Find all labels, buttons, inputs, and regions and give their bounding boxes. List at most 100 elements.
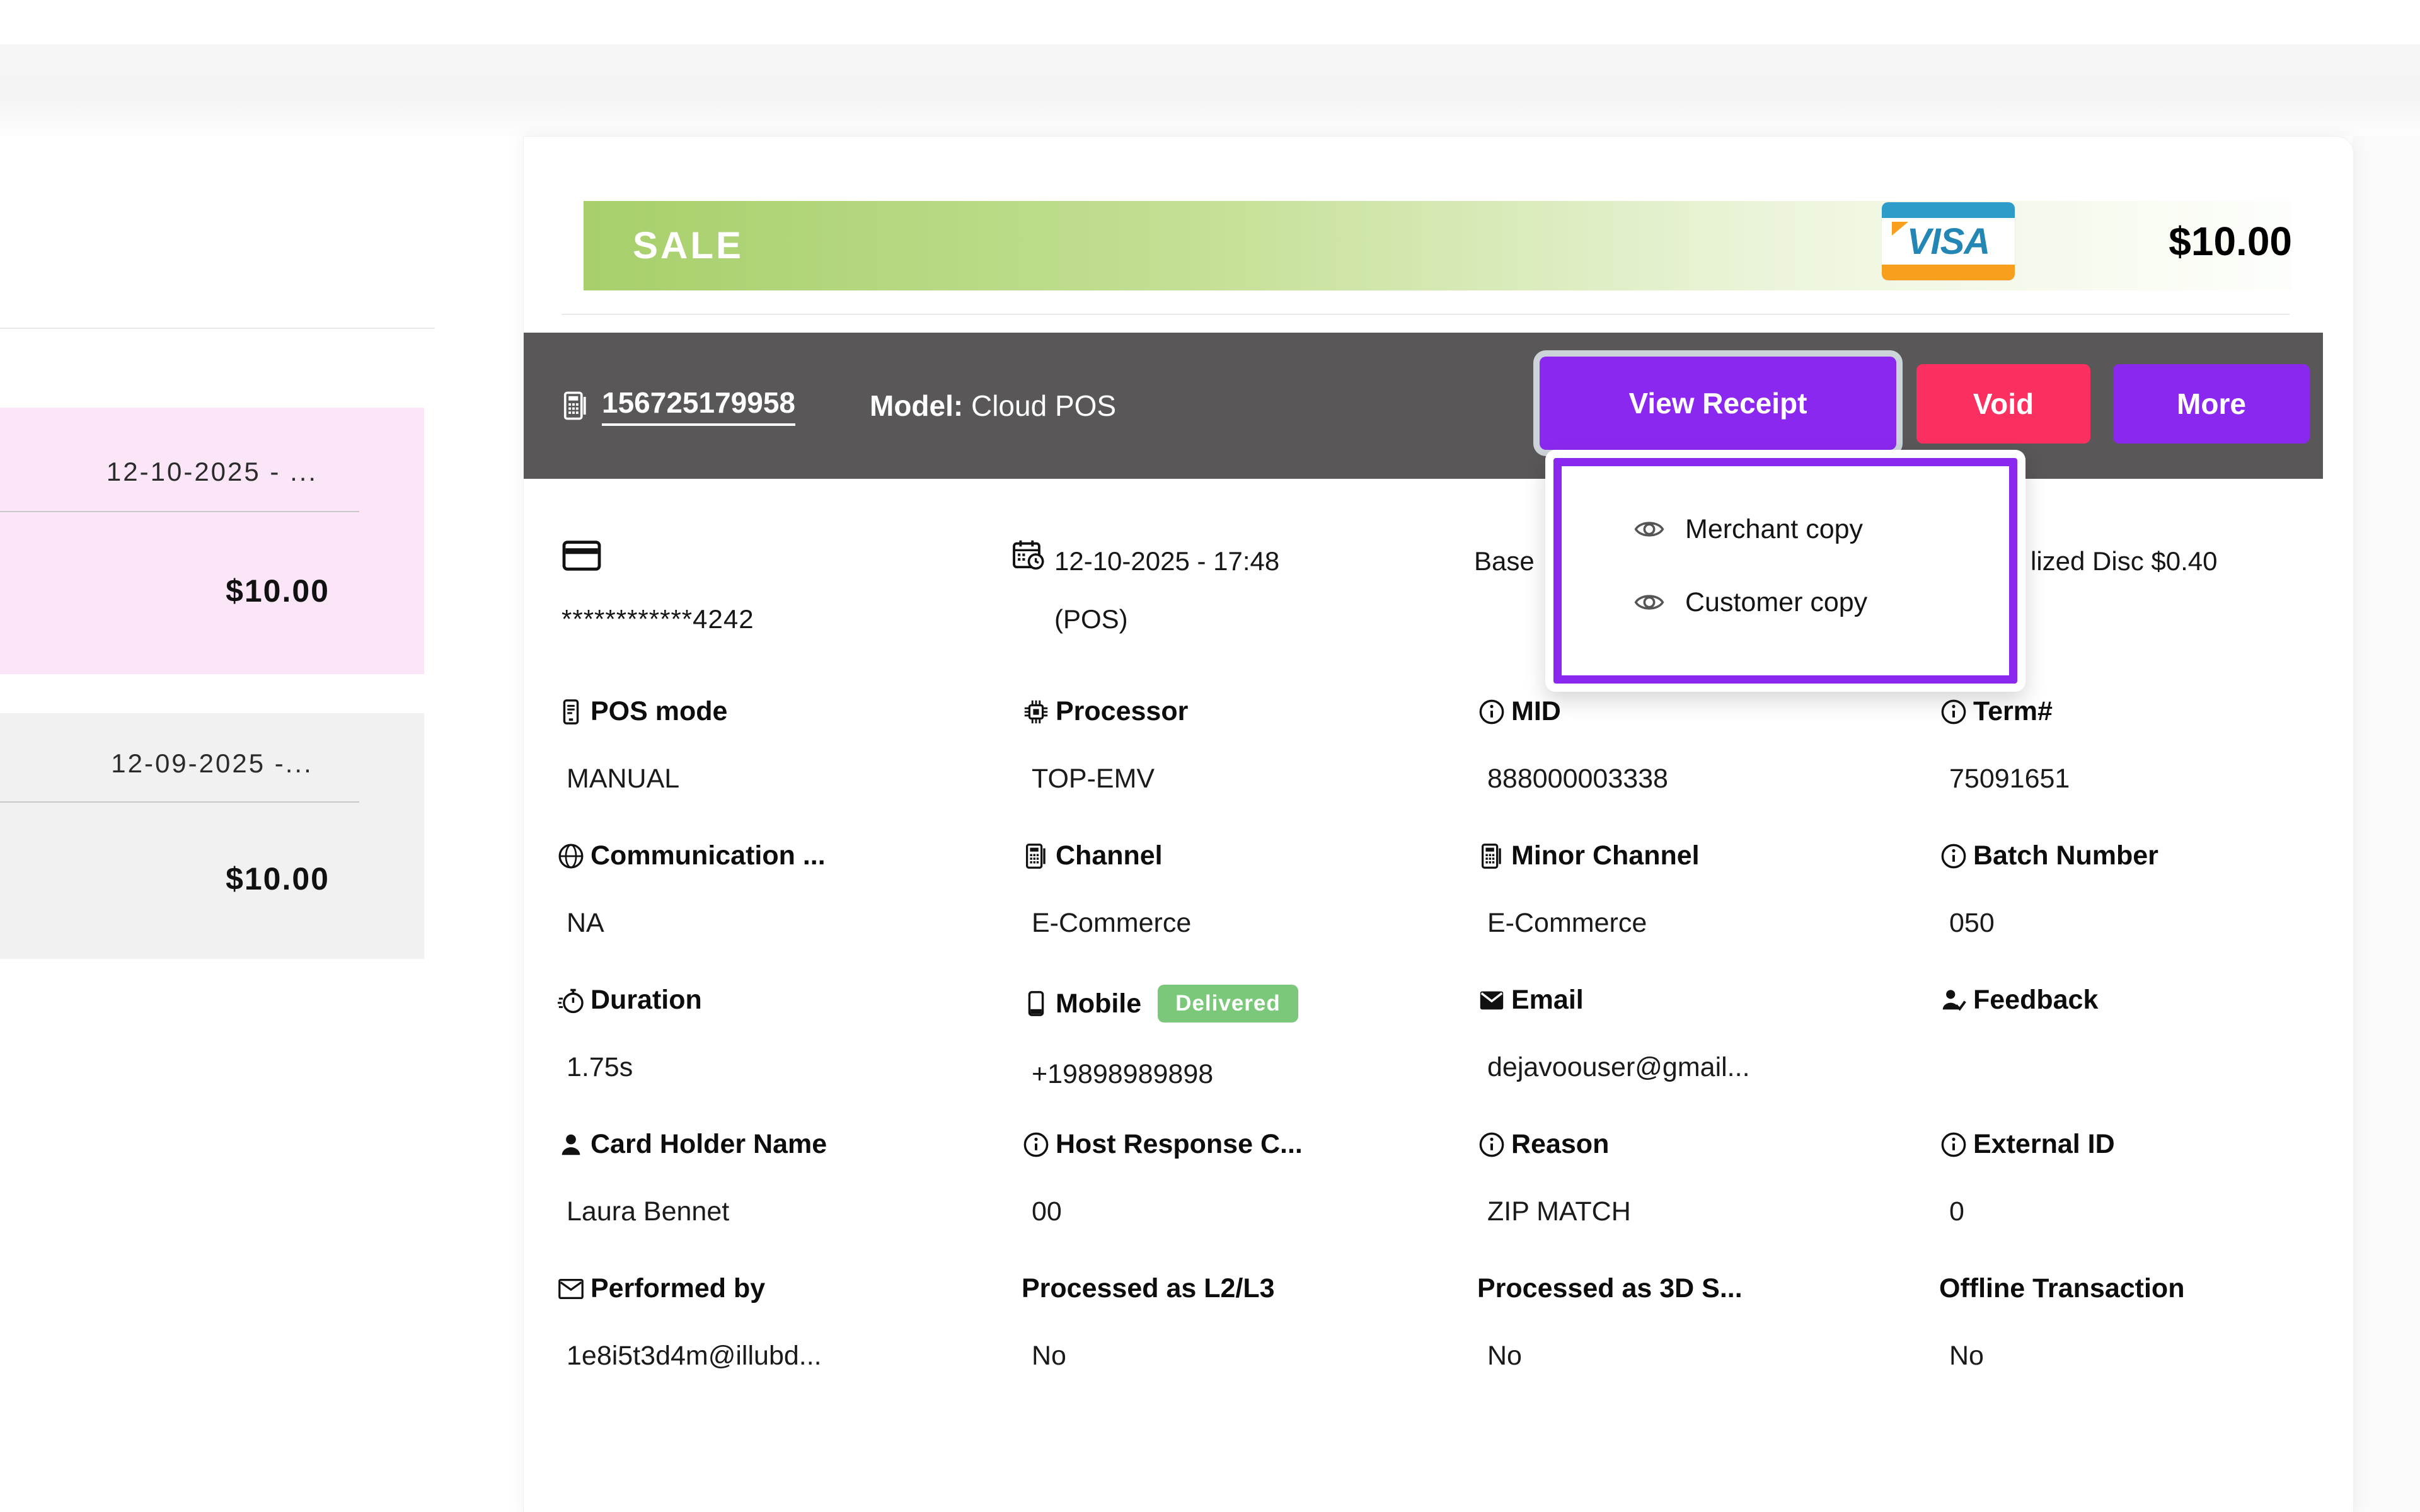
pos-terminal-icon bbox=[1477, 842, 1506, 871]
field-cell: External ID 0 bbox=[1939, 1129, 2321, 1273]
field-value: No bbox=[1022, 1341, 1477, 1372]
view-receipt-dropdown-panel: Merchant copy Customer copy bbox=[1553, 458, 2017, 684]
visa-bottom-stripe bbox=[1882, 265, 2015, 280]
stopwatch-icon bbox=[556, 986, 585, 1015]
field-label: Feedback bbox=[1973, 985, 2098, 1016]
field-label: Minor Channel bbox=[1511, 840, 1700, 871]
field-value: No bbox=[1477, 1341, 1939, 1372]
menu-item-merchant-copy[interactable]: Merchant copy bbox=[1562, 493, 2009, 566]
globe-icon bbox=[556, 842, 585, 871]
field-value: Laura Bennet bbox=[556, 1196, 1022, 1227]
field-label: Batch Number bbox=[1973, 840, 2158, 871]
chip-icon bbox=[1022, 697, 1051, 726]
transaction-list-divider bbox=[0, 328, 435, 329]
mail-outline-icon bbox=[556, 1274, 585, 1303]
visa-logo: VISA bbox=[1882, 202, 2015, 280]
view-receipt-dropdown: Merchant copy Customer copy bbox=[1545, 450, 2025, 692]
field-value: 1e8i5t3d4m@illubd... bbox=[556, 1341, 1022, 1372]
transaction-date: 12-10-2025 - ... bbox=[0, 408, 424, 487]
field-cell: Minor Channel E-Commerce bbox=[1477, 840, 1939, 985]
field-label-row: Duration bbox=[556, 985, 1022, 1016]
mail-filled-icon bbox=[1477, 986, 1506, 1015]
info-icon bbox=[1477, 1130, 1506, 1159]
field-label: Offline Transaction bbox=[1939, 1273, 2184, 1304]
field-label-row: External ID bbox=[1939, 1129, 2321, 1160]
field-cell: Card Holder Name Laura Bennet bbox=[556, 1129, 1022, 1273]
pos-terminal-icon bbox=[1022, 842, 1051, 871]
field-cell: Host Response C... 00 bbox=[1022, 1129, 1477, 1273]
field-cell: POS mode MANUAL bbox=[556, 696, 1022, 840]
transaction-datetime: 12-10-2025 - 17:48 bbox=[1054, 546, 1279, 576]
field-value: NA bbox=[556, 908, 1022, 939]
field-label: Card Holder Name bbox=[591, 1129, 827, 1160]
field-value: E-Commerce bbox=[1022, 908, 1477, 939]
field-label: Performed by bbox=[591, 1273, 765, 1304]
smartphone-icon bbox=[1022, 989, 1051, 1018]
person-icon bbox=[556, 1130, 585, 1159]
field-label-row: Email bbox=[1477, 985, 1939, 1016]
calendar-clock-icon bbox=[1010, 537, 1047, 574]
field-value: E-Commerce bbox=[1477, 908, 1939, 939]
more-button[interactable]: More bbox=[2113, 364, 2310, 444]
field-label-row: Offline Transaction bbox=[1939, 1273, 2321, 1304]
field-label-row: Minor Channel bbox=[1477, 840, 1939, 871]
field-label: Host Response C... bbox=[1056, 1129, 1303, 1160]
field-value: 0 bbox=[1939, 1196, 2321, 1227]
transaction-amount: $10.00 bbox=[0, 861, 424, 897]
field-cell: Mobile Delivered +19898989898 bbox=[1022, 985, 1477, 1129]
field-label-row: Term# bbox=[1939, 696, 2321, 727]
field-label: POS mode bbox=[591, 696, 727, 727]
void-button[interactable]: Void bbox=[1916, 364, 2090, 444]
receipt-number-link[interactable]: 156725179958 bbox=[602, 386, 795, 426]
field-label: Communication ... bbox=[591, 840, 826, 871]
field-cell: Batch Number 050 bbox=[1939, 840, 2321, 985]
field-value: TOP-EMV bbox=[1022, 764, 1477, 794]
menu-item-label: Customer copy bbox=[1685, 587, 1867, 618]
field-cell: Communication ... NA bbox=[556, 840, 1022, 985]
delivered-badge: Delivered bbox=[1158, 985, 1298, 1022]
field-label: Channel bbox=[1056, 840, 1163, 871]
info-icon bbox=[1477, 697, 1506, 726]
page-background-strip bbox=[2353, 136, 2420, 1512]
list-item-divider bbox=[0, 511, 359, 512]
field-label-row: Processed as 3D S... bbox=[1477, 1273, 1939, 1304]
transaction-list-item[interactable]: 12-09-2025 -... $10.00 bbox=[0, 713, 424, 959]
transaction-type-banner: SALE bbox=[584, 201, 2292, 290]
field-label-row: Processed as L2/L3 bbox=[1022, 1273, 1477, 1304]
field-label-row: Performed by bbox=[556, 1273, 1022, 1304]
model-value: Cloud POS bbox=[971, 389, 1116, 422]
field-label-row: Card Holder Name bbox=[556, 1129, 1022, 1160]
transaction-date: 12-09-2025 -... bbox=[0, 713, 424, 779]
field-label: Mobile bbox=[1056, 988, 1141, 1019]
page-header-band bbox=[0, 44, 2420, 136]
transaction-detail-screen: 12-10-2025 - ... $10.00 12-09-2025 -... … bbox=[0, 0, 2420, 1512]
transaction-list-item-selected[interactable]: 12-10-2025 - ... $10.00 bbox=[0, 408, 424, 674]
transaction-amount: $10.00 bbox=[0, 573, 424, 609]
base-amount-fragment: Base bbox=[1474, 546, 1535, 576]
field-label-row: MID bbox=[1477, 696, 1939, 727]
transaction-type-label: SALE bbox=[584, 201, 2292, 290]
field-label: MID bbox=[1511, 696, 1561, 727]
field-label-row: POS mode bbox=[556, 696, 1022, 727]
field-value: 050 bbox=[1939, 908, 2321, 939]
field-value: ZIP MATCH bbox=[1477, 1196, 1939, 1227]
field-label-row: Channel bbox=[1022, 840, 1477, 871]
field-label-row: Communication ... bbox=[556, 840, 1022, 871]
view-receipt-button[interactable]: View Receipt bbox=[1540, 357, 1896, 450]
field-value: 00 bbox=[1022, 1196, 1477, 1227]
menu-item-customer-copy[interactable]: Customer copy bbox=[1562, 566, 2009, 639]
menu-item-label: Merchant copy bbox=[1685, 514, 1863, 545]
field-label-row: Batch Number bbox=[1939, 840, 2321, 871]
info-icon bbox=[1022, 1130, 1051, 1159]
field-cell: Processed as 3D S... No bbox=[1477, 1273, 1939, 1418]
field-value: +19898989898 bbox=[1022, 1059, 1477, 1090]
field-label: Term# bbox=[1973, 696, 2053, 727]
list-item-divider bbox=[0, 801, 359, 803]
field-label: Processed as 3D S... bbox=[1477, 1273, 1743, 1304]
header-divider bbox=[562, 314, 2290, 315]
model-label: Model: bbox=[870, 389, 963, 422]
transaction-detail-card: SALE VISA $10.00 156725179958 Model: Clo… bbox=[523, 136, 2354, 1512]
transaction-datetime-suffix: (POS) bbox=[1054, 604, 1128, 634]
field-label: Reason bbox=[1511, 1129, 1609, 1160]
field-label-row: Reason bbox=[1477, 1129, 1939, 1160]
